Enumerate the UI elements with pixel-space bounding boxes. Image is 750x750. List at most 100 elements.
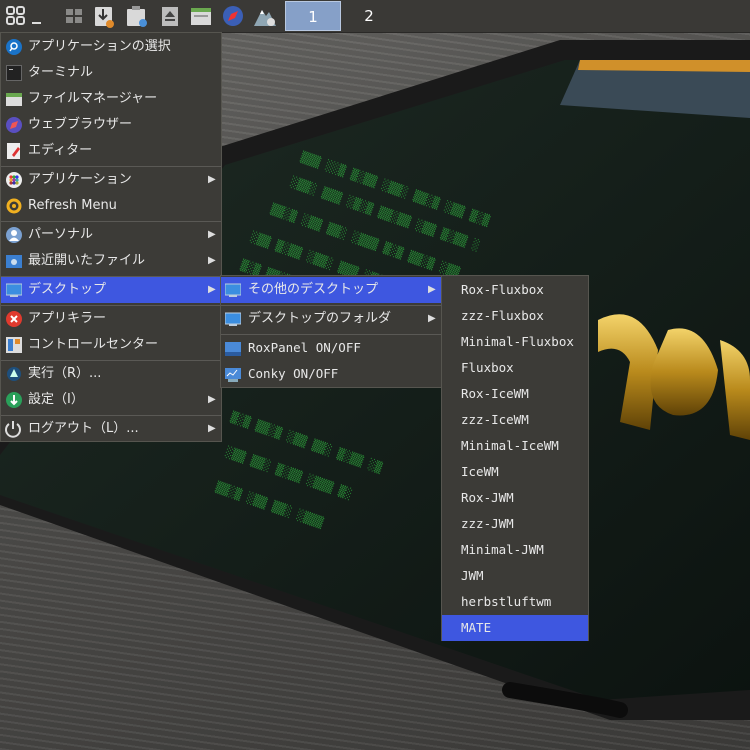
menu-item-label: Refresh Menu — [28, 198, 117, 213]
menu-item-label: 最近開いたファイル — [28, 253, 146, 268]
submenu-arrow-icon: ▶ — [208, 255, 216, 266]
submenu-arrow-icon: ▶ — [208, 174, 216, 185]
menu-item-rox-jwm[interactable]: Rox-JWM — [442, 485, 588, 511]
menu-item-personal[interactable]: パーソナル ▶ — [1, 222, 221, 248]
menu-item-label: Minimal-JWM — [461, 542, 544, 557]
menu-item-other-desktops[interactable]: その他のデスクトップ ▶ — [221, 277, 441, 303]
menu-item-roxpanel-toggle[interactable]: RoxPanel ON/OFF — [221, 335, 441, 361]
menu-item-label: RoxPanel ON/OFF — [248, 340, 361, 355]
file-manager-icon — [6, 91, 22, 107]
menu-grid-icon[interactable] — [2, 2, 30, 30]
desktop-icon — [224, 282, 242, 298]
menu-item-herbstluftwm[interactable]: herbstluftwm — [442, 589, 588, 615]
minimize-underscore-icon[interactable] — [28, 2, 56, 30]
menu-item-label: エディター — [28, 143, 93, 158]
eject-icon[interactable] — [156, 2, 184, 30]
menu-item-app-killer[interactable]: アプリキラー — [1, 306, 221, 332]
control-center-icon — [6, 337, 22, 353]
menu-item-zzz-fluxbox[interactable]: zzz-Fluxbox — [442, 303, 588, 329]
menu-item-label: zzz-Fluxbox — [461, 308, 544, 323]
workspace-1-button[interactable]: 1 — [285, 1, 341, 31]
menu-item-recent-files[interactable]: 最近開いたファイル ▶ — [1, 248, 221, 274]
menu-item-icewm[interactable]: IceWM — [442, 459, 588, 485]
search-icon — [6, 39, 22, 55]
downloads-icon[interactable] — [90, 2, 118, 30]
menu-item-zzz-jwm[interactable]: zzz-JWM — [442, 511, 588, 537]
menu-item-label: デスクトップ — [28, 282, 107, 297]
menu-item-label: JWM — [461, 568, 484, 583]
menu-item-label: コントロールセンター — [28, 337, 159, 352]
browser-icon[interactable] — [219, 2, 247, 30]
menu-item-desktop[interactable]: デスクトップ ▶ — [1, 277, 221, 303]
submenu-arrow-icon: ▶ — [208, 423, 216, 434]
web-browser-icon — [6, 117, 22, 133]
menu-item-zzz-icewm[interactable]: zzz-IceWM — [442, 407, 588, 433]
power-icon — [4, 420, 22, 438]
menu-item-refresh-menu[interactable]: Refresh Menu — [1, 193, 221, 219]
terminal-icon — [6, 65, 22, 81]
menu-item-label: herbstluftwm — [461, 594, 552, 609]
menu-item-conky-toggle[interactable]: Conky ON/OFF — [221, 361, 441, 387]
submenu-arrow-icon: ▶ — [428, 284, 436, 295]
menu-item-label: ターミナル — [28, 65, 94, 80]
menu-item-label: パーソナル — [28, 227, 94, 242]
system-monitor-icon[interactable] — [251, 2, 279, 30]
menu-item-rox-icewm[interactable]: Rox-IceWM — [442, 381, 588, 407]
menu-item-label: zzz-IceWM — [461, 412, 529, 427]
recent-files-icon — [6, 253, 22, 269]
menu-item-label: デスクトップのフォルダ — [248, 311, 392, 326]
menu-item-rox-fluxbox[interactable]: Rox-Fluxbox — [442, 277, 588, 303]
desktop-submenu: その他のデスクトップ ▶ デスクトップのフォルダ ▶ RoxPanel ON/O… — [220, 275, 442, 388]
menu-item-minimal-jwm[interactable]: Minimal-JWM — [442, 537, 588, 563]
submenu-arrow-icon: ▶ — [208, 229, 216, 240]
menu-item-label: IceWM — [461, 464, 499, 479]
menu-item-logout[interactable]: ログアウト（L）... ▶ — [1, 416, 221, 442]
main-menu: アプリケーションの選択 ターミナル ファイルマネージャー ウェブブラウザー エデ… — [0, 32, 222, 442]
menu-item-label: 実行（R）... — [28, 366, 102, 381]
submenu-arrow-icon: ▶ — [208, 394, 216, 405]
menu-item-label: アプリケーションの選択 — [28, 39, 171, 54]
editor-icon — [6, 143, 22, 159]
menu-item-label: Fluxbox — [461, 360, 514, 375]
menu-item-label: アプリケーション — [28, 172, 132, 187]
menu-item-jwm[interactable]: JWM — [442, 563, 588, 589]
top-panel: 1 2 — [0, 0, 750, 33]
applications-grid-icon — [6, 172, 22, 188]
other-desktops-submenu: Rox-Fluxbox zzz-Fluxbox Minimal-Fluxbox … — [441, 275, 589, 641]
menu-item-label: zzz-JWM — [461, 516, 514, 531]
submenu-arrow-icon: ▶ — [428, 313, 436, 324]
menu-item-app-finder[interactable]: アプリケーションの選択 — [1, 34, 221, 60]
menu-item-terminal[interactable]: ターミナル — [1, 60, 221, 86]
menu-item-label: その他のデスクトップ — [248, 282, 379, 297]
menu-item-mate[interactable]: MATE — [442, 615, 588, 641]
menu-item-applications[interactable]: アプリケーション ▶ — [1, 167, 221, 193]
menu-item-web-browser[interactable]: ウェブブラウザー — [1, 112, 221, 138]
desktop-folder-icon — [224, 311, 242, 327]
menu-item-label: Minimal-Fluxbox — [461, 334, 574, 349]
menu-item-run[interactable]: 実行（R）... — [1, 361, 221, 387]
clipboard-icon[interactable] — [123, 2, 151, 30]
user-icon — [6, 227, 22, 243]
menu-item-label: ウェブブラウザー — [28, 117, 133, 132]
menu-item-minimal-icewm[interactable]: Minimal-IceWM — [442, 433, 588, 459]
menu-item-settings[interactable]: 設定（I） ▶ — [1, 387, 221, 413]
menu-item-label: ログアウト（L）... — [28, 421, 139, 436]
menu-item-editor[interactable]: エディター — [1, 138, 221, 164]
settings-icon — [6, 392, 22, 408]
run-icon — [6, 366, 22, 382]
menu-item-label: ファイルマネージャー — [28, 91, 158, 106]
workspace-2-button[interactable]: 2 — [341, 1, 397, 31]
menu-item-desktop-folder[interactable]: デスクトップのフォルダ ▶ — [221, 306, 441, 332]
file-manager-icon[interactable] — [187, 2, 215, 30]
conky-monitor-icon — [225, 366, 241, 382]
menu-item-label: Minimal-IceWM — [461, 438, 559, 453]
menu-item-label: MATE — [461, 620, 492, 635]
menu-item-label: Rox-JWM — [461, 490, 514, 505]
panel-icon — [225, 340, 241, 356]
menu-item-fluxbox[interactable]: Fluxbox — [442, 355, 588, 381]
menu-item-file-manager[interactable]: ファイルマネージャー — [1, 86, 221, 112]
refresh-icon — [6, 198, 22, 214]
show-desktop-icon[interactable] — [60, 2, 88, 30]
menu-item-control-center[interactable]: コントロールセンター — [1, 332, 221, 358]
menu-item-minimal-fluxbox[interactable]: Minimal-Fluxbox — [442, 329, 588, 355]
